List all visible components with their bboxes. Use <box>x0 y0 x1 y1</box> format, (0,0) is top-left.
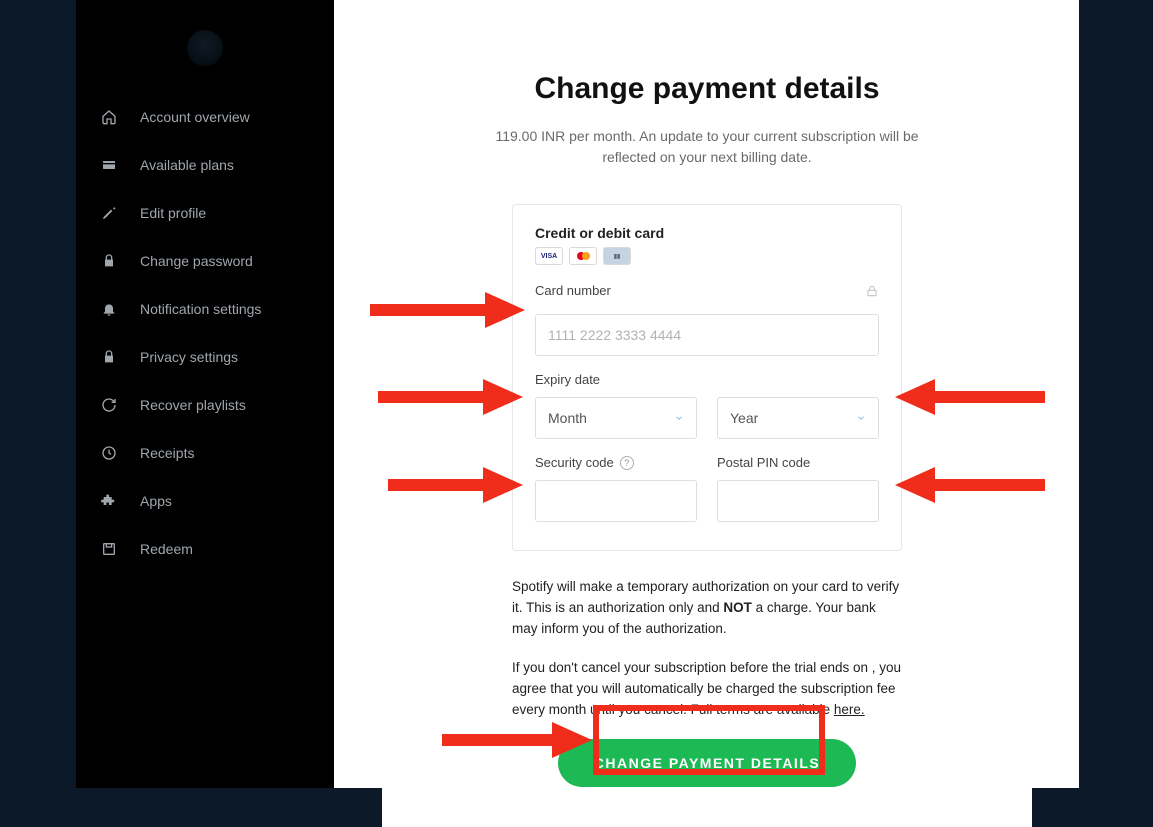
security-code-input[interactable] <box>535 480 697 522</box>
rupay-icon: ▮▮ <box>603 247 631 265</box>
card-icon <box>100 156 118 174</box>
refresh-icon <box>100 396 118 414</box>
card-number-label: Card number <box>535 283 611 298</box>
sidebar-item-privacy-settings[interactable]: Privacy settings <box>76 333 334 381</box>
sidebar-item-change-password[interactable]: Change password <box>76 237 334 285</box>
security-code-label: Security code ? <box>535 455 697 470</box>
month-placeholder: Month <box>548 410 587 426</box>
help-icon[interactable]: ? <box>620 456 634 470</box>
payment-form: Credit or debit card VISA ▮▮ Card number… <box>512 204 902 551</box>
sidebar-item-receipts[interactable]: Receipts <box>76 429 334 477</box>
sidebar-item-apps[interactable]: Apps <box>76 477 334 525</box>
avatar-circle <box>187 30 223 66</box>
visa-icon: VISA <box>535 247 563 265</box>
postal-code-input[interactable] <box>717 480 879 522</box>
change-payment-details-button[interactable]: CHANGE PAYMENT DETAILS <box>558 739 856 787</box>
page-subtitle: 119.00 INR per month. An update to your … <box>472 126 942 168</box>
sidebar-item-label: Account overview <box>140 109 250 125</box>
sidebar-item-account-overview[interactable]: Account overview <box>76 93 334 141</box>
sidebar-item-edit-profile[interactable]: Edit profile <box>76 189 334 237</box>
bell-icon <box>100 300 118 318</box>
disclaimer: Spotify will make a temporary authorizat… <box>512 577 902 721</box>
year-placeholder: Year <box>730 410 758 426</box>
pencil-icon <box>100 204 118 222</box>
lock-icon <box>100 252 118 270</box>
home-icon <box>100 108 118 126</box>
expiry-year-select[interactable]: Year <box>717 397 879 439</box>
terms-link[interactable]: here. <box>834 702 865 717</box>
card-number-input[interactable] <box>535 314 879 356</box>
save-icon <box>100 540 118 558</box>
sidebar-item-recover-playlists[interactable]: Recover playlists <box>76 381 334 429</box>
page-title: Change payment details <box>430 72 984 106</box>
card-logos: VISA ▮▮ <box>535 247 879 265</box>
sidebar-item-label: Receipts <box>140 445 194 461</box>
mastercard-icon <box>569 247 597 265</box>
postal-code-label: Postal PIN code <box>717 455 879 470</box>
sidebar-item-label: Apps <box>140 493 172 509</box>
sidebar-item-label: Available plans <box>140 157 234 173</box>
chevron-down-icon <box>674 413 684 423</box>
sidebar-item-label: Change password <box>140 253 253 269</box>
chevron-down-icon <box>856 413 866 423</box>
clock-icon <box>100 444 118 462</box>
card-section-label: Credit or debit card <box>535 225 879 241</box>
lock-icon <box>865 284 879 303</box>
sidebar-item-available-plans[interactable]: Available plans <box>76 141 334 189</box>
sidebar-item-label: Redeem <box>140 541 193 557</box>
sidebar-item-label: Recover playlists <box>140 397 246 413</box>
sidebar-item-label: Notification settings <box>140 301 261 317</box>
sidebar-item-label: Edit profile <box>140 205 206 221</box>
lock-icon <box>100 348 118 366</box>
sidebar-item-label: Privacy settings <box>140 349 238 365</box>
sidebar-item-redeem[interactable]: Redeem <box>76 525 334 573</box>
puzzle-icon <box>100 492 118 510</box>
payment-details-panel: Change payment details 119.00 INR per mo… <box>382 12 1032 827</box>
avatar <box>76 20 334 75</box>
expiry-label: Expiry date <box>535 372 879 387</box>
sidebar-item-notification-settings[interactable]: Notification settings <box>76 285 334 333</box>
expiry-month-select[interactable]: Month <box>535 397 697 439</box>
sidebar: Account overview Available plans Edit pr… <box>76 0 334 788</box>
